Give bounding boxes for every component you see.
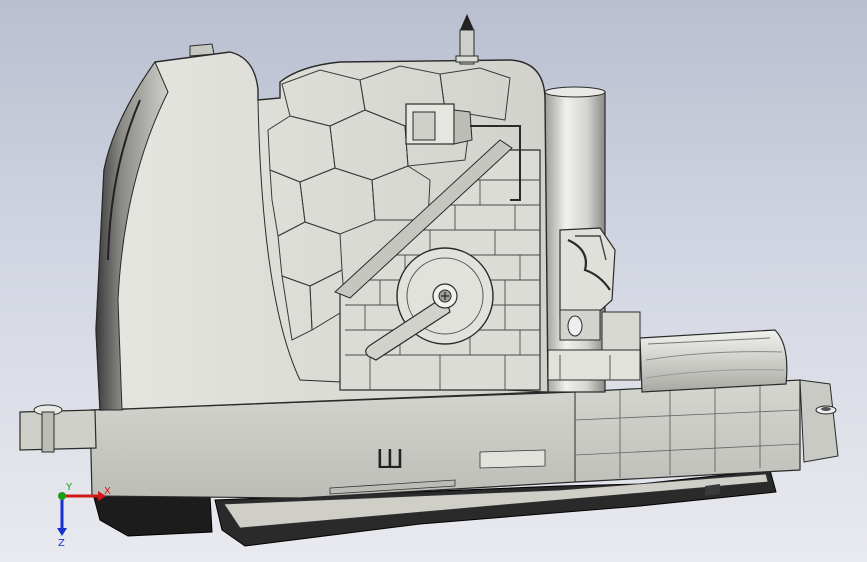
top-pin: [455, 14, 479, 65]
latch-mechanism: [547, 227, 641, 381]
cad-model: Ш X Y Z: [19, 14, 839, 549]
x-axis-label: X: [104, 486, 111, 497]
y-axis-dot: [58, 492, 66, 500]
z-axis-label: Z: [58, 538, 65, 549]
part-marking: Ш: [376, 445, 404, 475]
cad-viewport[interactable]: Ш X Y Z: [0, 0, 867, 562]
y-axis-label: Y: [65, 482, 73, 493]
motor-housing: [639, 329, 788, 393]
